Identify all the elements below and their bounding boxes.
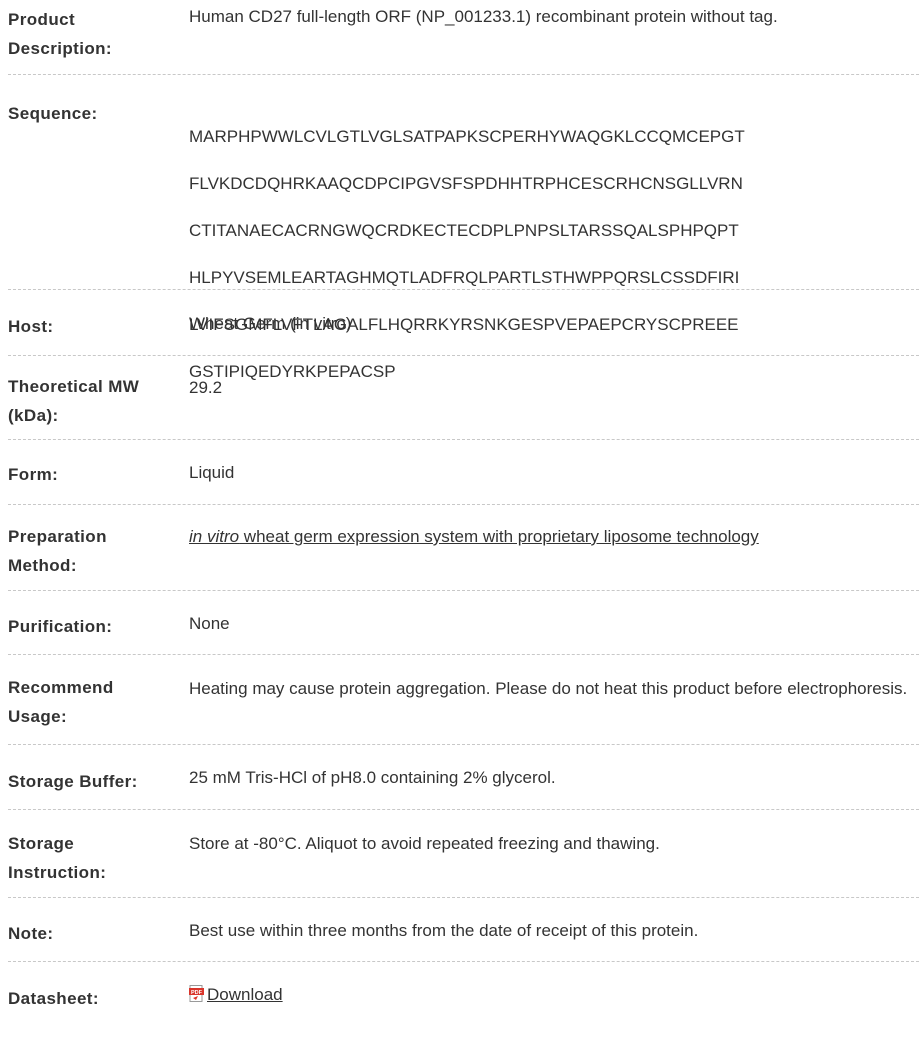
label-line: Product	[8, 10, 76, 29]
label-line: Recommend	[8, 678, 114, 697]
spec-label: Datasheet:	[8, 989, 99, 1008]
datasheet-download-link[interactable]: PDF Download	[189, 985, 283, 1004]
spec-value: in vitro wheat germ expression system wi…	[189, 505, 919, 548]
product-spec-table: Product Description: Human CD27 full-len…	[0, 0, 919, 1017]
sequence-line: CTITANAECACRNGWQCRDKECTECDPLPNPSLTARSSQA…	[189, 220, 739, 240]
spec-value: Human CD27 full-length ORF (NP_001233.1)…	[189, 7, 778, 26]
spec-label: Preparation Method:	[8, 505, 189, 580]
spec-label: Note:	[8, 924, 54, 943]
label-line: (kDa):	[8, 406, 59, 425]
spec-row-preparation-method: Preparation Method: in vitro wheat germ …	[8, 505, 919, 591]
label-line: Theoretical MW	[8, 377, 140, 396]
spec-label: Storage Instruction:	[8, 810, 189, 887]
spec-label: Recommend Usage:	[8, 655, 189, 731]
spec-value: PDF Download	[189, 962, 919, 1006]
label-line: Storage	[8, 834, 75, 853]
sequence-line: MARPHPWWLCVLGTLVGLSATPAPKSCPERHYWAQGKLCC…	[189, 126, 745, 146]
spec-row-storage-buffer: Storage Buffer: 25 mM Tris-HCl of pH8.0 …	[8, 745, 919, 810]
label-line: Usage:	[8, 707, 68, 726]
spec-row-sequence: Sequence: MARPHPWWLCVLGTLVGLSATPAPKSCPER…	[8, 75, 919, 381]
spec-row-recommend-usage: Recommend Usage: Heating may cause prote…	[8, 655, 919, 745]
download-link-text: Download	[207, 985, 283, 1004]
spec-label: Theoretical MW (kDa):	[8, 356, 189, 430]
label-line: Method:	[8, 556, 77, 575]
spec-value: None	[189, 614, 230, 633]
label-line: Preparation	[8, 527, 107, 546]
spec-row-product-description: Product Description: Human CD27 full-len…	[8, 0, 919, 75]
link-italic-text: in vitro	[189, 527, 240, 546]
spec-label: Purification:	[8, 617, 113, 636]
link-text: wheat germ expression system with propri…	[239, 527, 759, 546]
pdf-icon: PDF	[189, 985, 204, 1002]
sequence-line: HLPYVSEMLEARTAGHMQTLADFRQLPARTLSTHWPPQRS…	[189, 267, 740, 287]
label-line: Instruction:	[8, 863, 107, 882]
spec-value: 25 mM Tris-HCl of pH8.0 containing 2% gl…	[189, 768, 556, 787]
spec-label: Host:	[8, 317, 54, 336]
spec-label: Product Description:	[8, 0, 189, 63]
spec-row-form: Form: Liquid	[8, 440, 919, 505]
spec-value: 29.2	[189, 378, 223, 397]
spec-row-datasheet: Datasheet: PDF Download	[8, 962, 919, 1017]
spec-value: Best use within three months from the da…	[189, 921, 699, 940]
spec-value: Heating may cause protein aggregation. P…	[189, 679, 908, 698]
svg-text:PDF: PDF	[191, 990, 203, 996]
spec-row-note: Note: Best use within three months from …	[8, 898, 919, 962]
spec-row-storage-instruction: Storage Instruction: Store at -80°C. Ali…	[8, 810, 919, 898]
spec-label: Form:	[8, 465, 59, 484]
preparation-method-link[interactable]: in vitro wheat germ expression system wi…	[189, 527, 759, 546]
spec-value: Wheat Germ (in vitro)	[189, 314, 352, 333]
spec-label: Storage Buffer:	[8, 772, 138, 791]
spec-value: Store at -80°C. Aliquot to avoid repeate…	[189, 834, 660, 853]
spec-value: Liquid	[189, 463, 235, 482]
label-line: Description:	[8, 39, 112, 58]
sequence-line: FLVKDCDQHRKAAQCDPCIPGVSFSPDHHTRPHCESCRHC…	[189, 173, 743, 193]
spec-row-theoretical-mw: Theoretical MW (kDa): 29.2	[8, 356, 919, 440]
spec-row-purification: Purification: None	[8, 591, 919, 655]
spec-label: Sequence:	[8, 104, 98, 123]
